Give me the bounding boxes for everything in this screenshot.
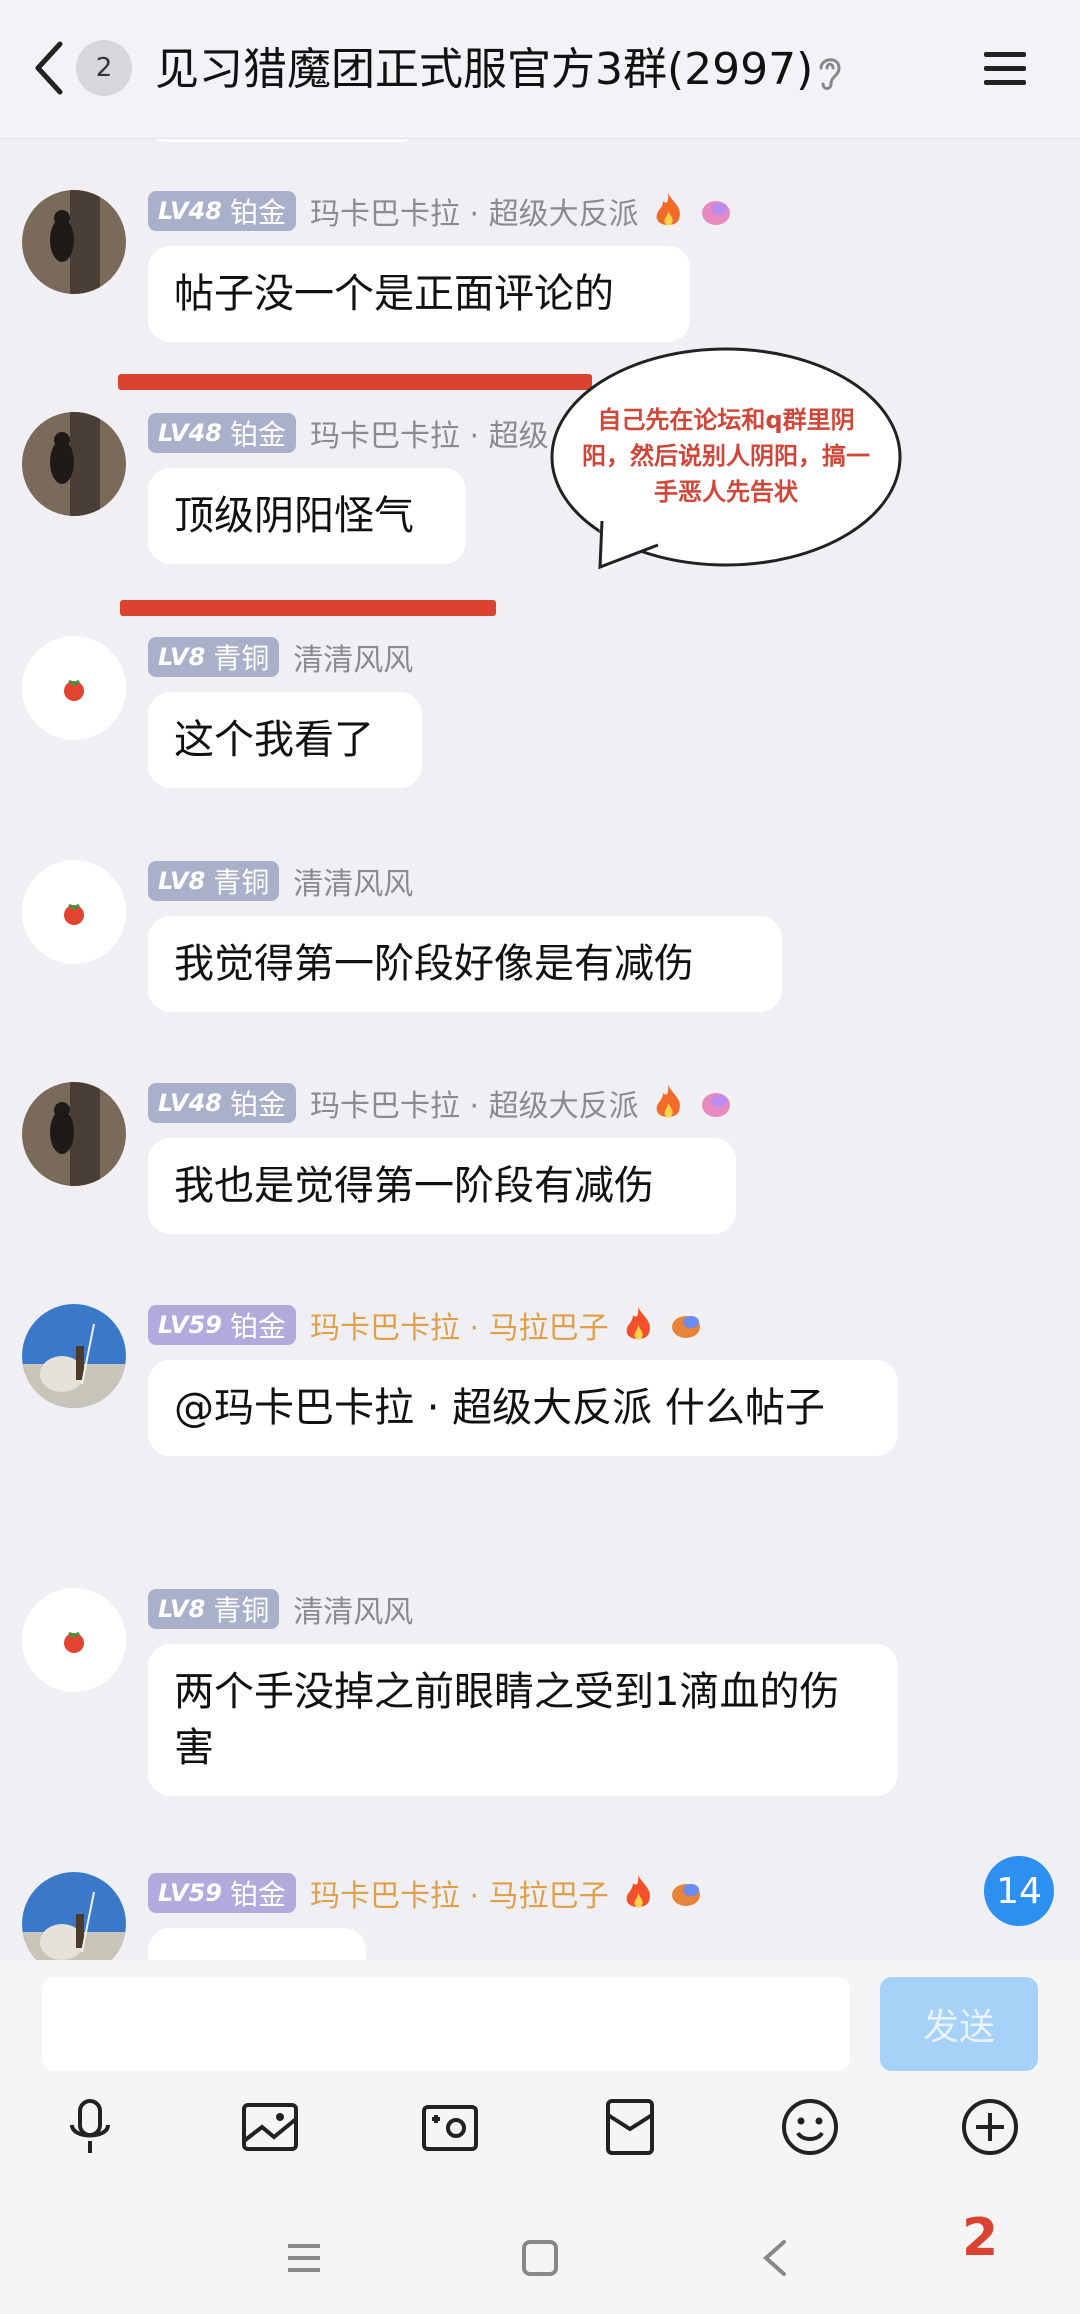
sender-name[interactable]: 玛卡巴卡拉 · 超级 xyxy=(310,411,549,455)
back-button[interactable]: 2 xyxy=(30,38,132,98)
message-bubble[interactable]: 帖子没一个是正面评论的 xyxy=(148,246,690,342)
sender-name[interactable]: 清清风风 xyxy=(293,1587,413,1631)
fire-icon xyxy=(626,1307,650,1340)
message-list[interactable]: LV48 铂金 玛卡巴卡拉 · 超级大反派 帖子没一个是正面评论的 LV48 铂金 xyxy=(0,138,1080,1960)
tomato-avatar-icon xyxy=(22,1588,126,1692)
sender-name[interactable]: 玛卡巴卡拉 · 马拉巴子 xyxy=(310,1871,609,1915)
dragon-icon xyxy=(671,1316,700,1338)
sender-name[interactable]: 清清风风 xyxy=(293,635,413,679)
message-meta: LV8 青铜 清清风风 xyxy=(148,1588,413,1630)
message-meta: LV48 铂金 玛卡巴卡拉 · 超级 xyxy=(148,412,549,454)
message-meta: LV8 青铜 清清风风 xyxy=(148,636,413,678)
unread-count-badge[interactable]: 14 xyxy=(984,1856,1054,1926)
annotation-text: 自己先在论坛和q群里阴阳，然后说别人阴阳，搞一手恶人先告状 xyxy=(582,406,870,506)
avatar[interactable] xyxy=(22,1304,126,1408)
message-bubble[interactable]: 顶级阴阳怪气 xyxy=(148,468,466,564)
red-packet-icon[interactable] xyxy=(598,2095,662,2159)
fire-icon xyxy=(626,1875,650,1908)
red-underline xyxy=(118,374,592,390)
archer-avatar-icon xyxy=(22,1304,126,1408)
message-meta: LV8 青铜 清清风风 xyxy=(148,860,413,902)
level-badge: LV8 青铜 xyxy=(148,1589,280,1629)
message-meta: LV48 铂金 玛卡巴卡拉 · 超级大反派 xyxy=(148,1082,735,1124)
sender-name[interactable]: 玛卡巴卡拉 · 马拉巴子 xyxy=(310,1303,609,1347)
camera-icon[interactable] xyxy=(418,2095,482,2159)
message-bubble[interactable]: 这个我看了 xyxy=(148,692,422,788)
level-badge: LV8 青铜 xyxy=(148,861,280,901)
avatar[interactable] xyxy=(22,190,126,294)
fire-icon xyxy=(656,193,680,226)
sender-name[interactable]: 玛卡巴卡拉 · 超级大反派 xyxy=(310,1081,639,1125)
squirrel-avatar-icon xyxy=(22,412,126,516)
squirrel-avatar-icon xyxy=(22,1082,126,1186)
avatar[interactable] xyxy=(22,412,126,516)
level-badge: LV59 铂金 xyxy=(148,1305,296,1345)
unread-back-badge: 2 xyxy=(76,40,132,96)
message-meta: LV59 铂金 玛卡巴卡拉 · 马拉巴子 xyxy=(148,1872,705,1914)
message-bubble[interactable] xyxy=(148,1928,366,1960)
page-title: 见习猎魔团正式服官方3群(2997) xyxy=(155,44,814,95)
red-underline xyxy=(120,600,496,616)
recent-apps-icon[interactable] xyxy=(282,2236,326,2280)
avatar[interactable] xyxy=(22,1872,126,1960)
back-arrow-icon xyxy=(35,41,63,95)
level-badge: LV48 铂金 xyxy=(148,1083,296,1123)
tomato-avatar-icon xyxy=(22,636,126,740)
message-meta: LV59 铂金 玛卡巴卡拉 · 马拉巴子 xyxy=(148,1304,705,1346)
home-icon[interactable] xyxy=(518,2236,562,2280)
chat-screen: 2 见习猎魔团正式服官方3群(2997) LV48 铂金 玛卡巴卡拉 · 超级大… xyxy=(0,0,1080,2314)
send-button[interactable]: 发送 xyxy=(880,1977,1038,2071)
sender-name[interactable]: 玛卡巴卡拉 · 超级大反派 xyxy=(310,189,639,233)
level-badge: LV8 青铜 xyxy=(148,637,280,677)
message-meta: LV48 铂金 玛卡巴卡拉 · 超级大反派 xyxy=(148,190,735,232)
message-bubble[interactable]: 我觉得第一阶段好像是有减伤 xyxy=(148,916,782,1012)
ear-icon[interactable] xyxy=(815,52,845,92)
avatar[interactable] xyxy=(22,1588,126,1692)
archer-avatar-icon xyxy=(22,1872,126,1960)
message-bubble[interactable]: 我也是觉得第一阶段有减伤 xyxy=(148,1138,736,1234)
picture-icon[interactable] xyxy=(238,2095,302,2159)
avatar[interactable] xyxy=(22,860,126,964)
level-badge: LV48 铂金 xyxy=(148,413,296,453)
tomato-avatar-icon xyxy=(22,860,126,964)
emoji-icon[interactable] xyxy=(778,2095,842,2159)
microphone-icon[interactable] xyxy=(58,2095,122,2159)
menu-icon[interactable] xyxy=(982,48,1028,90)
level-badge: LV59 铂金 xyxy=(148,1873,296,1913)
gem-icon xyxy=(701,201,730,225)
fire-icon xyxy=(656,1085,680,1118)
avatar[interactable] xyxy=(22,636,126,740)
back-nav-icon[interactable] xyxy=(754,2236,798,2280)
message-input[interactable] xyxy=(42,1977,850,2071)
system-nav-bar xyxy=(0,2200,1080,2314)
corner-number: 2 xyxy=(962,2208,999,2268)
level-badge: LV48 铂金 xyxy=(148,191,296,231)
message-bubble[interactable]: 两个手没掉之前眼睛之受到1滴血的伤害 xyxy=(148,1644,898,1796)
gem-icon xyxy=(701,1093,730,1117)
plus-icon[interactable] xyxy=(958,2095,1022,2159)
chat-header: 2 见习猎魔团正式服官方3群(2997) xyxy=(0,0,1080,139)
avatar[interactable] xyxy=(22,1082,126,1186)
squirrel-avatar-icon xyxy=(22,190,126,294)
message-bubble[interactable]: @玛卡巴卡拉 · 超级大反派 什么帖子 xyxy=(148,1360,898,1456)
dragon-icon xyxy=(671,1884,700,1906)
sender-name[interactable]: 清清风风 xyxy=(293,859,413,903)
